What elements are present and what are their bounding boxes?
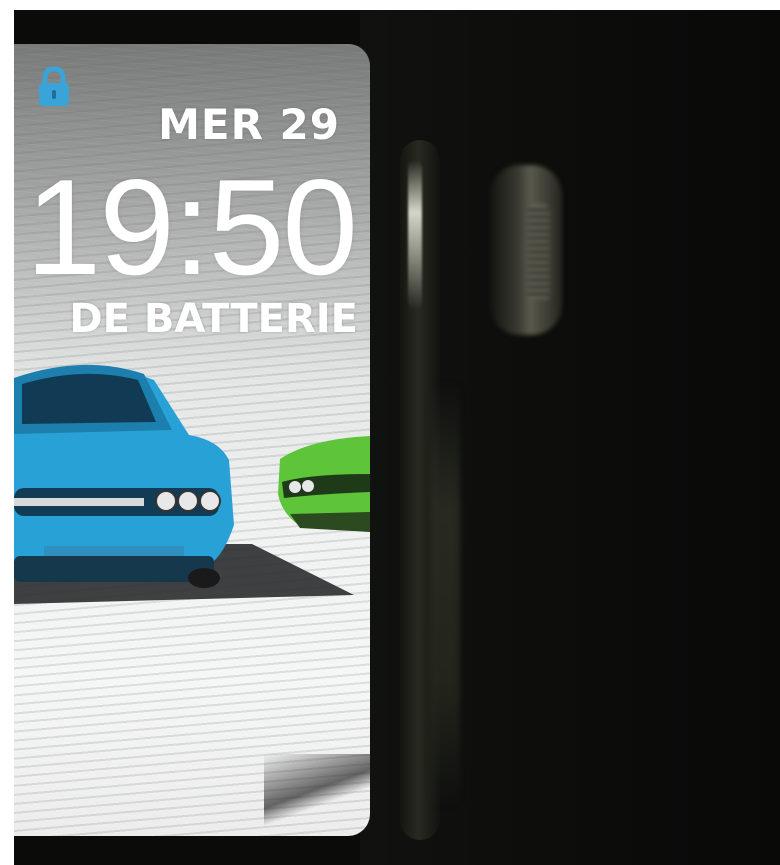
watch-screen[interactable]: MER 29 19:50 DE BATTERIE — [14, 44, 370, 836]
lock-icon — [39, 66, 69, 106]
bezel-highlight — [408, 160, 422, 310]
photo-border-left — [0, 0, 14, 865]
photo: MER 29 19:50 DE BATTERIE — [0, 0, 780, 865]
digital-crown[interactable] — [490, 165, 562, 335]
battery-complication-label[interactable]: DE BATTERIE — [69, 296, 358, 342]
track-marks — [264, 754, 370, 836]
time-label: 19:50 — [25, 151, 358, 303]
wallpaper-cars — [14, 344, 370, 836]
photo-border-top — [0, 0, 780, 10]
side-button[interactable] — [430, 380, 460, 810]
date-label: MER 29 — [158, 100, 340, 149]
green-car-image — [278, 436, 370, 532]
blue-car-image — [14, 364, 234, 588]
